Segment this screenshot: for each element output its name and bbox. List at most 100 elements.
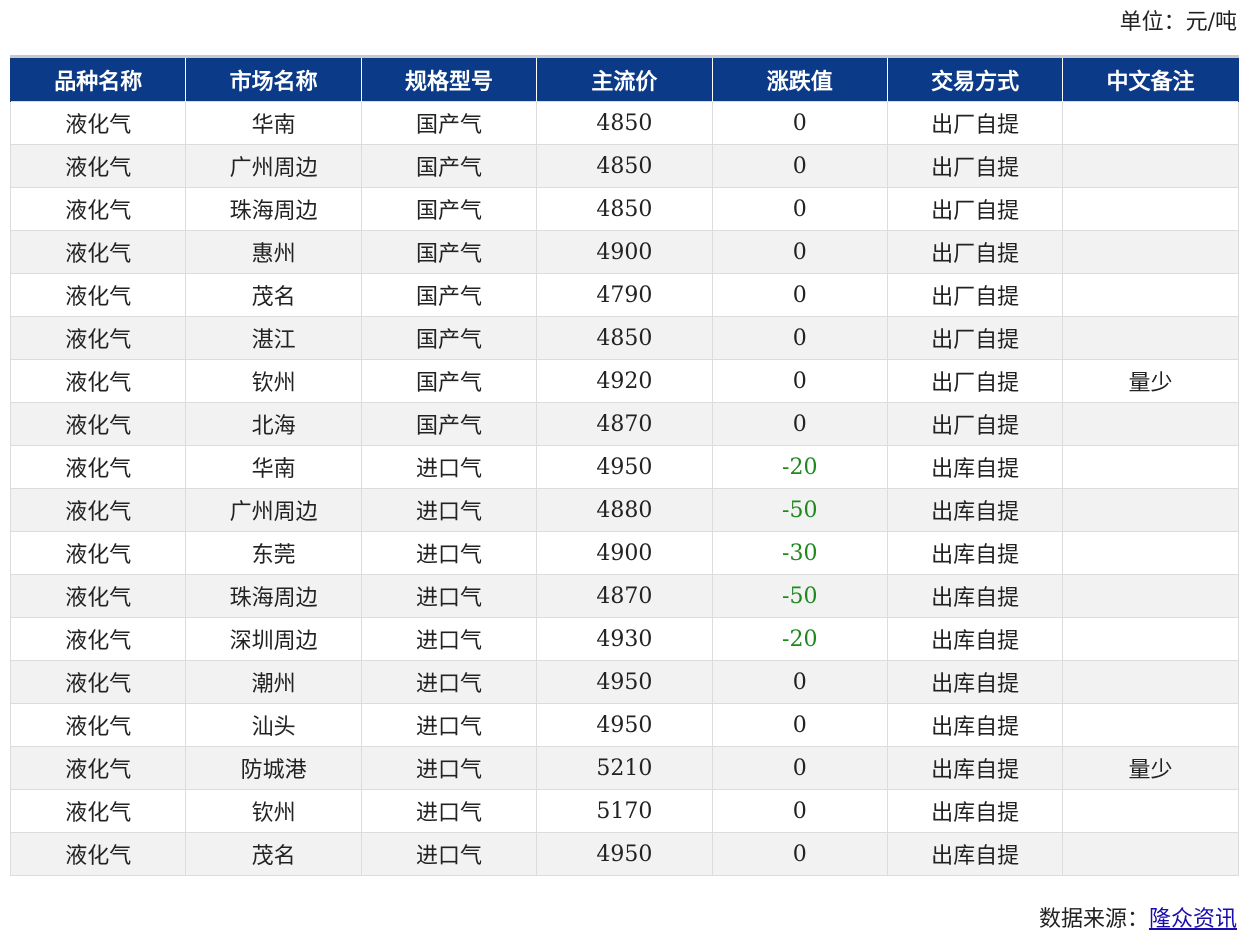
table-row: 液化气 汕头 进口气 4950 0 出库自提 [9,703,1239,747]
cell-spec: 进口气 [360,660,538,704]
cell-remark [1062,230,1239,274]
cell-trade-method: 出库自提 [886,488,1064,532]
cell-price: 4870 [536,402,713,446]
cell-remark: 量少 [1062,359,1239,403]
cell-trade-method: 出厂自提 [886,273,1064,317]
cell-market: 惠州 [185,230,362,274]
cell-spec: 国产气 [360,402,538,446]
cell-change: 0 [711,187,888,231]
header-remark: 中文备注 [1062,56,1239,102]
cell-trade-method: 出厂自提 [886,230,1064,274]
cell-variety: 液化气 [9,832,187,876]
cell-change: -30 [711,531,888,575]
cell-market: 湛江 [185,316,362,360]
table-row: 液化气 北海 国产气 4870 0 出厂自提 [9,402,1239,446]
header-change: 涨跌值 [711,56,888,102]
cell-variety: 液化气 [9,703,187,747]
header-variety: 品种名称 [9,56,187,102]
unit-note: 单位：元/吨 [1120,6,1237,40]
cell-spec: 进口气 [360,445,538,489]
cell-market: 深圳周边 [185,617,362,661]
cell-price: 4880 [536,488,713,532]
cell-market: 珠海周边 [185,187,362,231]
cell-change: 0 [711,789,888,833]
cell-variety: 液化气 [9,789,187,833]
cell-change: 0 [711,230,888,274]
cell-trade-method: 出厂自提 [886,402,1064,446]
cell-variety: 液化气 [9,316,187,360]
header-price: 主流价 [536,56,713,102]
cell-market: 东莞 [185,531,362,575]
table-row: 液化气 华南 进口气 4950 -20 出库自提 [9,445,1239,489]
table-header: 品种名称 市场名称 规格型号 主流价 涨跌值 交易方式 中文备注 [9,56,1239,102]
cell-variety: 液化气 [9,273,187,317]
table-row: 液化气 防城港 进口气 5210 0 出库自提 量少 [9,746,1239,790]
cell-price: 4850 [536,187,713,231]
source-label: 数据来源： [1038,907,1149,932]
cell-spec: 国产气 [360,187,538,231]
cell-trade-method: 出厂自提 [886,144,1064,188]
cell-market: 钦州 [185,789,362,833]
cell-spec: 进口气 [360,789,538,833]
cell-price: 4900 [536,230,713,274]
cell-market: 珠海周边 [185,574,362,618]
cell-variety: 液化气 [9,746,187,790]
data-source: 数据来源：隆众资讯 [1039,903,1237,937]
table-row: 液化气 茂名 国产气 4790 0 出厂自提 [9,273,1239,317]
cell-market: 广州周边 [185,488,362,532]
cell-trade-method: 出库自提 [886,703,1064,747]
cell-market: 北海 [185,402,362,446]
cell-variety: 液化气 [9,230,187,274]
cell-change: 0 [711,359,888,403]
cell-remark [1062,832,1239,876]
cell-price: 5170 [536,789,713,833]
cell-trade-method: 出库自提 [886,445,1064,489]
cell-trade-method: 出库自提 [886,789,1064,833]
table-row: 液化气 惠州 国产气 4900 0 出厂自提 [9,230,1239,274]
table-row: 液化气 钦州 国产气 4920 0 出厂自提 量少 [9,359,1239,403]
cell-spec: 进口气 [360,746,538,790]
cell-variety: 液化气 [9,144,187,188]
cell-remark [1062,187,1239,231]
price-table-container: 品种名称 市场名称 规格型号 主流价 涨跌值 交易方式 中文备注 液化气 华南 国产… [9,55,1239,876]
cell-spec: 国产气 [360,316,538,360]
cell-trade-method: 出库自提 [886,746,1064,790]
table-row: 液化气 潮州 进口气 4950 0 出库自提 [9,660,1239,704]
cell-variety: 液化气 [9,488,187,532]
table-row: 液化气 茂名 进口气 4950 0 出库自提 [9,832,1239,876]
cell-price: 4790 [536,273,713,317]
cell-remark [1062,789,1239,833]
cell-price: 4850 [536,144,713,188]
cell-spec: 进口气 [360,531,538,575]
cell-spec: 进口气 [360,703,538,747]
cell-change: 0 [711,316,888,360]
cell-remark [1062,574,1239,618]
cell-price: 4850 [536,316,713,360]
unit-label: 单位： [1119,10,1186,35]
price-table: 品种名称 市场名称 规格型号 主流价 涨跌值 交易方式 中文备注 液化气 华南 国产… [9,55,1239,876]
table-row: 液化气 湛江 国产气 4850 0 出厂自提 [9,316,1239,360]
cell-remark [1062,703,1239,747]
cell-spec: 国产气 [360,144,538,188]
cell-price: 4950 [536,445,713,489]
cell-market: 广州周边 [185,144,362,188]
source-link[interactable]: 隆众资讯 [1149,907,1237,932]
table-row: 液化气 广州周边 进口气 4880 -50 出库自提 [9,488,1239,532]
cell-variety: 液化气 [9,359,187,403]
cell-trade-method: 出库自提 [886,617,1064,661]
unit-value: 元/吨 [1185,10,1237,35]
header-market: 市场名称 [185,56,362,102]
table-row: 液化气 广州周边 国产气 4850 0 出厂自提 [9,144,1239,188]
table-row: 液化气 钦州 进口气 5170 0 出库自提 [9,789,1239,833]
cell-remark [1062,445,1239,489]
table-body: 液化气 华南 国产气 4850 0 出厂自提 液化气 广州周边 国产气 4850 0 出厂自提 液化气珠… [9,101,1239,876]
cell-trade-method: 出厂自提 [886,316,1064,360]
cell-remark [1062,660,1239,704]
cell-market: 华南 [185,101,362,145]
cell-price: 4950 [536,832,713,876]
cell-variety: 液化气 [9,445,187,489]
cell-remark [1062,617,1239,661]
cell-market: 钦州 [185,359,362,403]
cell-variety: 液化气 [9,402,187,446]
cell-price: 5210 [536,746,713,790]
